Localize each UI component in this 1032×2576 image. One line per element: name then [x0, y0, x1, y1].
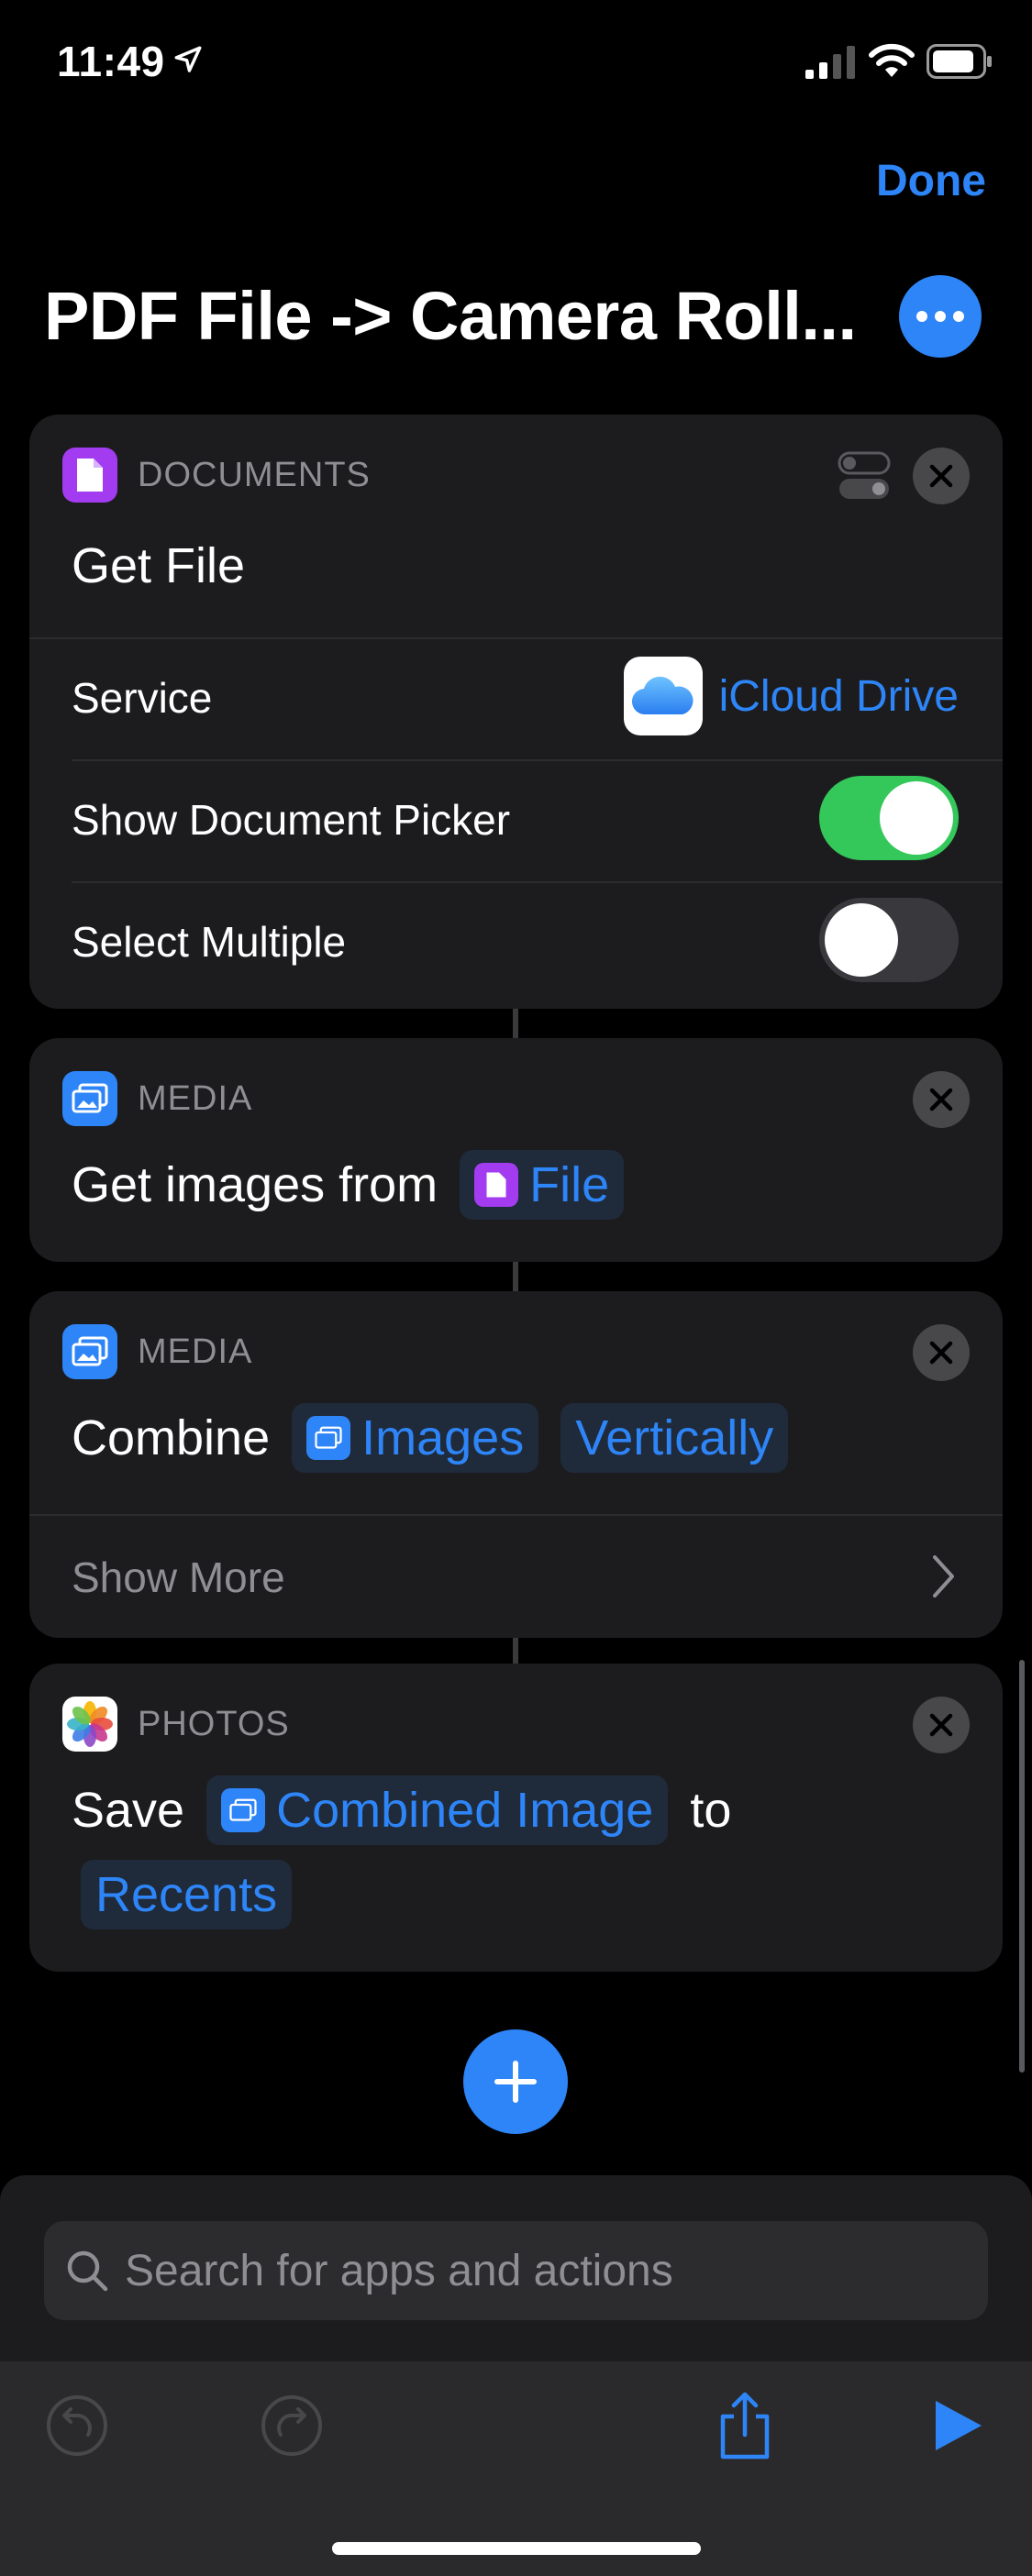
add-action-button[interactable] [463, 2029, 568, 2134]
show-more-button[interactable]: Show More [72, 1553, 285, 1602]
home-indicator[interactable] [332, 2542, 701, 2555]
show-document-picker-label: Show Document Picker [72, 796, 511, 844]
page-title[interactable]: PDF File -> Camera Roll... [44, 277, 870, 355]
status-time: 11:49 [57, 38, 165, 85]
toggle-settings-icon[interactable] [836, 448, 893, 504]
action-connector [513, 1262, 518, 1291]
action-header: PHOTOS [62, 1697, 290, 1752]
image-icon [62, 1324, 117, 1379]
token-label: Combined Image [276, 1783, 654, 1838]
close-icon [929, 1713, 953, 1737]
action-header: DOCUMENTS [62, 448, 371, 503]
action-header: MEDIA [62, 1071, 252, 1126]
divider [72, 881, 1003, 883]
service-value: iCloud Drive [718, 671, 959, 721]
scroll-indicator[interactable] [1019, 1660, 1025, 2073]
action-text-save: Save [72, 1783, 185, 1838]
action-connector [513, 1009, 518, 1038]
token-label: File [529, 1157, 610, 1212]
action-card-combine-images[interactable]: MEDIA Combine Images Vertically Show Mor… [29, 1291, 1003, 1638]
select-multiple-toggle[interactable] [819, 898, 959, 982]
close-icon [929, 1088, 953, 1111]
action-text: Get images from [72, 1157, 438, 1212]
action-header: MEDIA [62, 1324, 252, 1379]
image-icon [221, 1788, 266, 1832]
battery-icon [927, 44, 992, 79]
direction-token[interactable]: Vertically [560, 1403, 789, 1473]
undo-icon [47, 2395, 107, 2456]
search-input[interactable] [125, 2245, 950, 2296]
category-label: DOCUMENTS [138, 455, 371, 494]
document-icon [474, 1163, 519, 1207]
icloud-icon [623, 657, 703, 735]
action-card-save-to-photos[interactable]: PHOTOS Save Combined Image to Recents [29, 1664, 1003, 1972]
service-label: Service [72, 674, 213, 722]
action-title: Get File [72, 538, 246, 593]
photos-icon [62, 1697, 117, 1752]
combined-image-variable-token[interactable]: Combined Image [206, 1775, 669, 1845]
done-button[interactable]: Done [876, 156, 986, 206]
images-variable-token[interactable]: Images [292, 1403, 539, 1473]
play-icon [936, 2401, 982, 2450]
action-card-get-file[interactable]: DOCUMENTS Get File Service iCloud Drive … [29, 415, 1003, 1009]
album-token[interactable]: Recents [81, 1860, 293, 1929]
divider [29, 637, 1003, 639]
action-connector [513, 1638, 518, 1664]
share-button[interactable] [708, 2389, 782, 2462]
undo-button[interactable] [40, 2389, 114, 2462]
ellipsis-icon [916, 311, 927, 322]
file-variable-token[interactable]: File [460, 1150, 625, 1220]
category-label: MEDIA [138, 1332, 253, 1371]
image-icon [62, 1071, 117, 1126]
action-text: Combine [72, 1410, 271, 1465]
action-text-to: to [690, 1783, 732, 1838]
redo-icon [261, 2395, 322, 2456]
image-icon [306, 1416, 351, 1460]
divider [29, 1514, 1003, 1516]
remove-action-button[interactable] [913, 1071, 970, 1128]
redo-button[interactable] [255, 2389, 328, 2462]
signal-icon [805, 46, 855, 79]
select-multiple-label: Select Multiple [72, 918, 347, 966]
service-picker[interactable]: iCloud Drive [623, 657, 959, 735]
plus-icon [494, 2061, 537, 2103]
run-shortcut-button[interactable] [921, 2389, 994, 2462]
wifi-icon [869, 43, 915, 77]
remove-action-button[interactable] [913, 1697, 970, 1753]
divider [72, 759, 1003, 761]
show-document-picker-toggle[interactable] [819, 776, 959, 860]
category-label: MEDIA [138, 1078, 253, 1118]
location-arrow-icon [174, 46, 202, 72]
category-label: PHOTOS [138, 1704, 290, 1743]
more-options-button[interactable] [899, 275, 982, 358]
token-label: Images [361, 1410, 525, 1465]
remove-action-button[interactable] [913, 448, 970, 504]
status-bar: 11:49 [0, 0, 1032, 128]
remove-action-button[interactable] [913, 1324, 970, 1381]
share-icon [720, 2392, 770, 2460]
close-icon [929, 464, 953, 488]
chevron-right-icon[interactable] [929, 1553, 957, 1599]
document-icon [62, 448, 117, 503]
close-icon [929, 1341, 953, 1365]
search-icon [67, 2250, 108, 2292]
search-field[interactable] [44, 2221, 988, 2320]
action-card-get-images[interactable]: MEDIA Get images from File [29, 1038, 1003, 1262]
